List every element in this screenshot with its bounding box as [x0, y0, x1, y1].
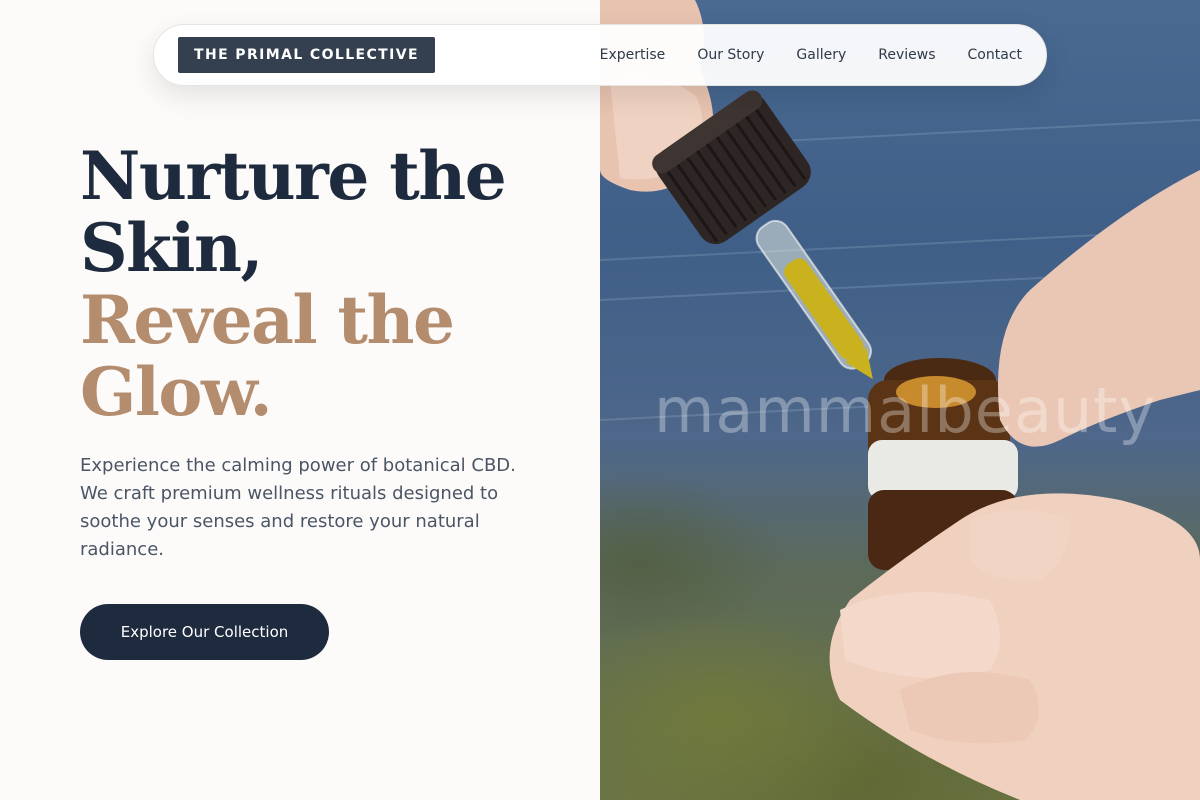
headline-line-2: Skin, [80, 209, 263, 287]
headline-line-3: Reveal the [80, 281, 455, 359]
nav-link-expertise[interactable]: Expertise [600, 47, 666, 63]
explore-collection-button[interactable]: Explore Our Collection [80, 604, 329, 660]
nav-links: Expertise Our Story Gallery Reviews Cont… [600, 47, 1022, 63]
hero-description: Experience the calming power of botanica… [80, 455, 516, 560]
nav-link-our-story[interactable]: Our Story [697, 47, 764, 63]
brand-logo[interactable]: THE PRIMAL COLLECTIVE [178, 37, 435, 73]
nav-link-reviews[interactable]: Reviews [878, 47, 935, 63]
nav-link-gallery[interactable]: Gallery [796, 47, 846, 63]
headline-line-4: Glow. [80, 353, 273, 431]
nav-link-contact[interactable]: Contact [968, 47, 1022, 63]
top-navbar: THE PRIMAL COLLECTIVE Expertise Our Stor… [153, 24, 1047, 86]
hero-headline: Nurture the Skin, Reveal the Glow. [80, 140, 580, 428]
headline-line-1: Nurture the [80, 137, 507, 215]
watermark-text: mammalbeauty [654, 374, 1157, 447]
hero-photo: mammalbeauty [600, 0, 1200, 800]
